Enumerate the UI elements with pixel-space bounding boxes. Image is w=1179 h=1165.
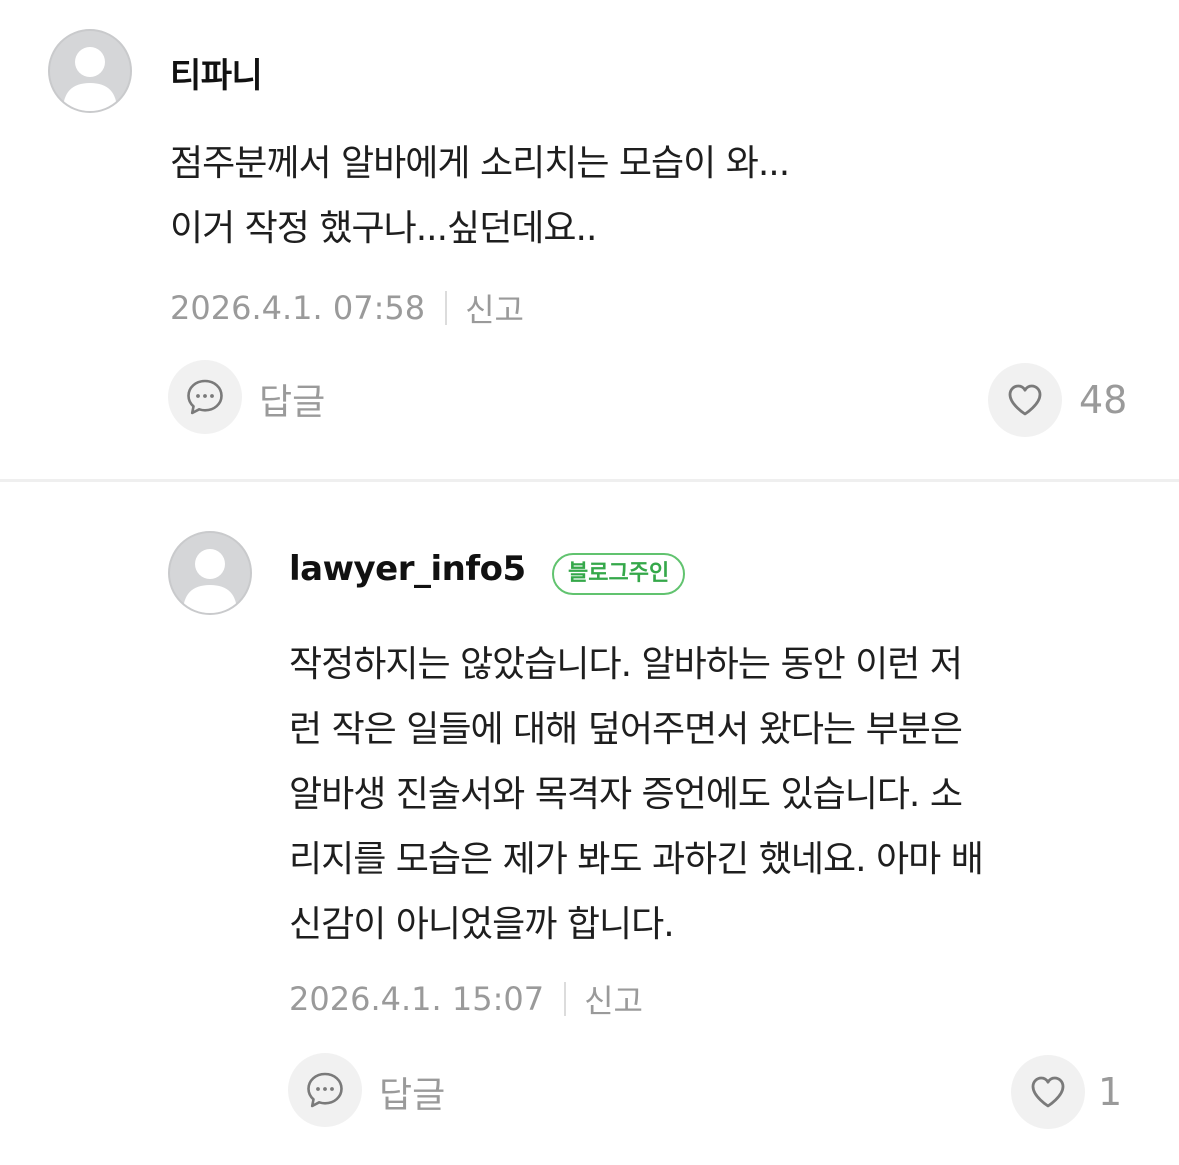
- comment-body-line: 이거 작정 했구나...싶던데요..: [170, 208, 597, 249]
- comment-meta: 2026.4.1. 07:58 신고: [170, 286, 524, 330]
- comment-body: 작정하지는 않았습니다. 알바하는 동안 이런 저 런 작은 일들에 대해 덮어…: [289, 632, 984, 957]
- like-count: 1: [1098, 1070, 1123, 1114]
- default-user-icon[interactable]: [48, 29, 132, 113]
- reply-label[interactable]: 답글: [379, 1066, 445, 1118]
- speech-bubble-icon: [187, 379, 223, 415]
- comment-body-line: 알바생 진술서와 목격자 증언에도 있습니다. 소: [289, 774, 963, 815]
- like-button[interactable]: [988, 363, 1062, 437]
- comment-timestamp: 2026.4.1. 07:58: [170, 289, 426, 327]
- speech-bubble-icon: [307, 1072, 343, 1108]
- blog-owner-badge: 블로그주인: [552, 553, 686, 595]
- reply-button[interactable]: [168, 360, 242, 434]
- like-count: 48: [1079, 378, 1128, 422]
- reply-button[interactable]: [288, 1053, 362, 1127]
- comment-item: 티파니 점주분께서 알바에게 소리치는 모습이 와... 이거 작정 했구나..…: [0, 0, 1179, 479]
- default-user-icon[interactable]: [168, 531, 252, 615]
- comment-body-line: 작정하지는 않았습니다. 알바하는 동안 이런 저: [289, 644, 963, 685]
- reply-comment-item: lawyer_info5 블로그주인 작정하지는 않았습니다. 알바하는 동안 …: [0, 482, 1179, 1165]
- meta-divider: [445, 291, 448, 325]
- comment-author[interactable]: 티파니: [170, 48, 263, 97]
- meta-divider: [564, 982, 567, 1016]
- like-button[interactable]: [1011, 1055, 1085, 1129]
- comment-body-line: 리지를 모습은 제가 봐도 과하긴 했네요. 아마 배: [289, 839, 984, 880]
- comment-timestamp: 2026.4.1. 15:07: [289, 980, 545, 1018]
- comment-body: 점주분께서 알바에게 소리치는 모습이 와... 이거 작정 했구나...싶던데…: [170, 131, 790, 261]
- comment-body-line: 신감이 아니었을까 합니다.: [289, 904, 675, 945]
- comment-meta: 2026.4.1. 15:07 신고: [289, 977, 643, 1021]
- comment-body-line: 런 작은 일들에 대해 덮어주면서 왔다는 부분은: [289, 709, 963, 750]
- reply-label[interactable]: 답글: [259, 373, 325, 425]
- heart-icon: [1031, 1076, 1065, 1108]
- comment-list: 티파니 점주분께서 알바에게 소리치는 모습이 와... 이거 작정 했구나..…: [0, 0, 1179, 1165]
- comment-body-line: 점주분께서 알바에게 소리치는 모습이 와...: [170, 143, 790, 184]
- report-link[interactable]: 신고: [584, 976, 643, 1022]
- heart-icon: [1008, 384, 1042, 416]
- report-link[interactable]: 신고: [465, 285, 524, 331]
- comment-author[interactable]: lawyer_info5: [289, 549, 526, 589]
